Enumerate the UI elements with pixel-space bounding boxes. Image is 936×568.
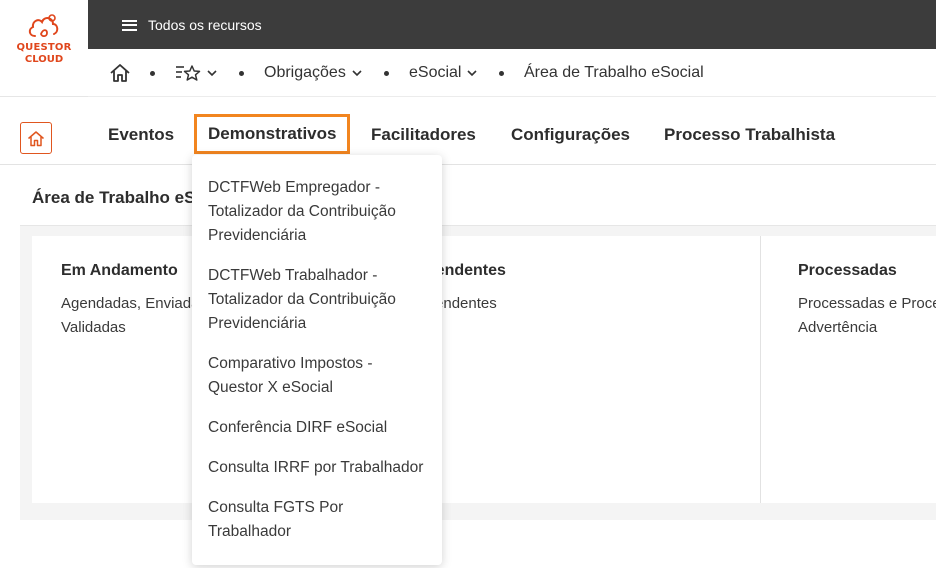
tab-home-button[interactable] bbox=[20, 122, 52, 154]
card-pendentes[interactable]: Pendentes Pendentes bbox=[396, 236, 760, 503]
home-icon bbox=[28, 130, 44, 146]
breadcrumb: Obrigações eSocial Área de Trabalho eSoc… bbox=[88, 49, 936, 97]
demonstrativos-dropdown-menu: DCTFWeb Empregador - Totalizador da Cont… bbox=[192, 155, 442, 565]
breadcrumb-separator bbox=[150, 71, 155, 76]
menu-item-consulta-irrf[interactable]: Consulta IRRF por Trabalhador bbox=[208, 456, 438, 480]
chevron-down-icon bbox=[467, 69, 478, 76]
top-bar: Todos os recursos bbox=[88, 0, 936, 49]
menu-item-conferencia-dirf[interactable]: Conferência DIRF eSocial bbox=[208, 416, 438, 440]
menu-item-consulta-fgts[interactable]: Consulta FGTS Por Trabalhador bbox=[208, 496, 438, 544]
card-processadas[interactable]: Processadas Processadas e Processadas co… bbox=[769, 236, 936, 503]
menu-item-dctfweb-trabalhador[interactable]: DCTFWeb Trabalhador - Totalizador da Con… bbox=[208, 264, 438, 336]
logo-line1: QUESTOR bbox=[16, 42, 72, 53]
star-list-icon bbox=[176, 65, 201, 81]
breadcrumb-home-button[interactable] bbox=[109, 49, 131, 97]
tab-bar: Eventos Demonstrativos Facilitadores Con… bbox=[0, 107, 936, 165]
logo-line2: CLOUD bbox=[24, 54, 64, 65]
workspace-panel: Área de Trabalho eSocial Em Andamento Ag… bbox=[20, 173, 936, 520]
tab-processo-trabalhista[interactable]: Processo Trabalhista bbox=[664, 107, 835, 163]
breadcrumb-label: Obrigações bbox=[264, 64, 346, 81]
column-divider bbox=[760, 236, 761, 503]
hamburger-icon bbox=[122, 19, 137, 31]
bottom-area bbox=[20, 520, 936, 568]
status-cards: Em Andamento Agendadas, Enviadas, Valida… bbox=[32, 236, 936, 503]
panel-header: Área de Trabalho eSocial bbox=[20, 173, 936, 226]
tab-eventos[interactable]: Eventos bbox=[108, 107, 174, 163]
card-title: Em Andamento bbox=[61, 262, 178, 279]
breadcrumb-item-area-de-trabalho[interactable]: Área de Trabalho eSocial bbox=[524, 49, 704, 97]
all-resources-label: Todos os recursos bbox=[148, 17, 262, 33]
all-resources-button[interactable]: Todos os recursos bbox=[122, 14, 262, 36]
chevron-down-icon bbox=[207, 69, 217, 76]
breadcrumb-separator bbox=[384, 71, 389, 76]
breadcrumb-label: eSocial bbox=[409, 64, 462, 81]
favorites-dropdown[interactable] bbox=[175, 49, 217, 97]
tab-demonstrativos[interactable]: Demonstrativos bbox=[194, 114, 351, 154]
breadcrumb-label: Área de Trabalho eSocial bbox=[524, 64, 704, 81]
breadcrumb-item-esocial[interactable]: eSocial bbox=[409, 49, 478, 97]
home-icon bbox=[110, 64, 130, 82]
breadcrumb-separator bbox=[239, 71, 244, 76]
breadcrumb-separator bbox=[499, 71, 504, 76]
menu-item-dctfweb-empregador[interactable]: DCTFWeb Empregador - Totalizador da Cont… bbox=[208, 176, 438, 248]
card-description: Processadas e Processadas com Advertênci… bbox=[798, 295, 936, 336]
questor-cloud-logo[interactable]: QUESTOR CLOUD bbox=[0, 0, 88, 97]
card-description: Agendadas, Enviadas, Validadas bbox=[61, 295, 212, 336]
tab-configuracoes[interactable]: Configurações bbox=[511, 107, 630, 163]
menu-item-comparativo-impostos[interactable]: Comparativo Impostos - Questor X eSocial bbox=[208, 352, 438, 400]
breadcrumb-item-obrigacoes[interactable]: Obrigações bbox=[264, 49, 362, 97]
cloud-logo-icon bbox=[28, 14, 59, 38]
card-title: Processadas bbox=[798, 262, 897, 279]
chevron-down-icon bbox=[352, 69, 362, 76]
